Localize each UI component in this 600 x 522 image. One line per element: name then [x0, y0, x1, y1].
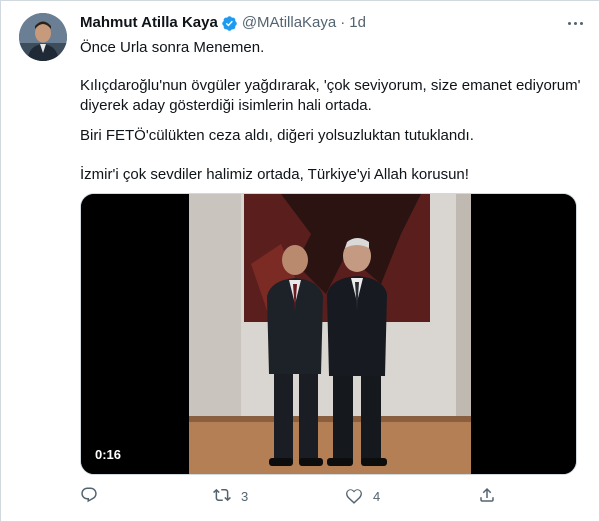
- reply-icon: [80, 486, 98, 507]
- heart-icon: [345, 486, 363, 507]
- verified-badge-icon: [221, 15, 238, 32]
- retweet-button[interactable]: 3: [213, 485, 248, 507]
- tweet-card[interactable]: Mahmut Atilla Kaya @MAtillaKaya · 1d Önc…: [0, 0, 600, 522]
- tweet-timestamp[interactable]: 1d: [349, 13, 366, 33]
- tweet-header: Mahmut Atilla Kaya @MAtillaKaya · 1d: [80, 13, 366, 33]
- retweet-count: 3: [241, 488, 249, 504]
- tweet-text-line: İzmir'i çok sevdiler halimiz ortada, Tür…: [80, 166, 469, 183]
- separator-dot: ·: [340, 14, 346, 31]
- retweet-icon: [213, 486, 231, 507]
- video-player[interactable]: 0:16: [80, 193, 577, 475]
- video-duration: 0:16: [91, 446, 126, 464]
- more-icon[interactable]: [563, 13, 587, 33]
- avatar[interactable]: [19, 13, 67, 61]
- tweet-actions: 3 4: [80, 485, 510, 507]
- author-name[interactable]: Mahmut Atilla Kaya: [80, 13, 218, 33]
- reply-button[interactable]: [80, 485, 108, 507]
- like-button[interactable]: 4: [345, 485, 380, 507]
- tweet-text-line: Önce Urla sonra Menemen.: [80, 39, 265, 56]
- tweet-text-line: diyerek aday gösterdiği isimlerin hali o…: [80, 97, 372, 114]
- share-icon: [478, 486, 496, 507]
- share-button[interactable]: [478, 485, 496, 507]
- like-count: 4: [373, 488, 381, 504]
- tweet-text-line: Kılıçdaroğlu'nun övgüler yağdırarak, 'ço…: [80, 77, 581, 94]
- tweet-text-line: Biri FETÖ'cülükten ceza aldı, diğeri yol…: [80, 127, 474, 144]
- author-handle[interactable]: @MAtillaKaya: [242, 13, 336, 33]
- video-thumbnail: [81, 194, 576, 474]
